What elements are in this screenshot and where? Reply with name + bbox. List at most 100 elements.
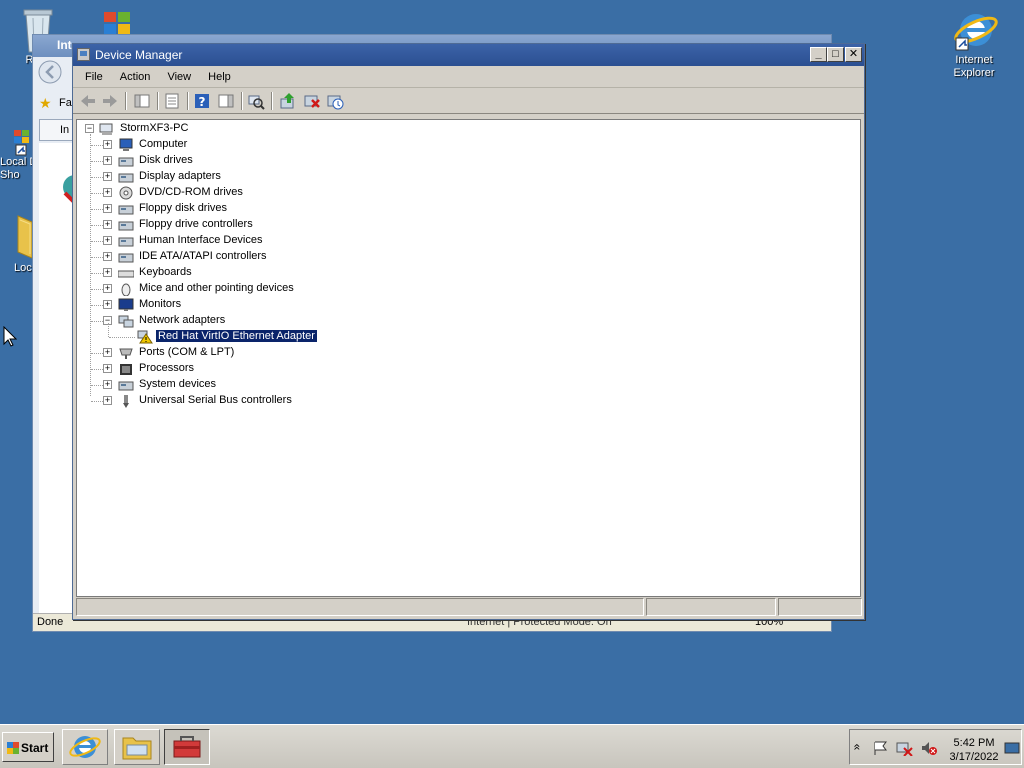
tree-category[interactable]: + System devices (77, 377, 477, 393)
expand-icon[interactable]: + (103, 172, 112, 181)
uninstall-device-icon[interactable] (303, 92, 321, 110)
show-hide-action-pane-icon[interactable] (217, 92, 235, 110)
menu-help[interactable]: Help (202, 69, 237, 85)
favorites-label[interactable]: Fa (59, 97, 72, 109)
computer-icon (99, 122, 115, 136)
taskbar-internet-explorer[interactable] (62, 729, 108, 765)
tree-category[interactable]: + Human Interface Devices (77, 233, 477, 249)
tree-category[interactable]: + Floppy disk drives (77, 201, 477, 217)
menu-bar: File Action View Help (73, 66, 864, 88)
expand-icon[interactable]: + (103, 284, 112, 293)
network-disconnected-icon[interactable] (896, 740, 914, 756)
taskbar-windows-explorer[interactable] (114, 729, 160, 765)
system-tray: « 5:42 PM 3/17/2022 (849, 729, 1022, 765)
collapse-icon[interactable]: − (85, 124, 94, 133)
tree-category[interactable]: + Keyboards (77, 265, 477, 281)
expand-icon[interactable]: + (103, 188, 112, 197)
tree-category-label: Display adapters (139, 170, 221, 182)
expand-icon[interactable]: + (103, 220, 112, 229)
minimize-button[interactable]: _ (810, 47, 827, 62)
clock[interactable]: 5:42 PM 3/17/2022 (944, 736, 1004, 764)
ie-tab[interactable]: In (39, 119, 75, 141)
tree-category[interactable]: + Processors (77, 361, 477, 377)
expand-icon[interactable]: + (103, 204, 112, 213)
hid-icon (118, 234, 134, 248)
menu-file[interactable]: File (79, 69, 109, 85)
folder-icon (17, 215, 33, 259)
start-button[interactable]: Start (2, 732, 54, 762)
network-adapter-icon (118, 314, 134, 328)
show-hidden-icons-button[interactable]: « (850, 744, 864, 751)
tree-category[interactable]: + Monitors (77, 297, 477, 313)
selected-device-label[interactable]: Red Hat VirtIO Ethernet Adapter (155, 329, 318, 343)
disable-device-icon[interactable] (326, 92, 344, 110)
expand-icon[interactable]: + (103, 300, 112, 309)
expand-icon[interactable]: + (103, 396, 112, 405)
toolbar: ? (73, 88, 864, 114)
floppy-drive-icon (118, 202, 134, 216)
expand-icon[interactable]: + (103, 380, 112, 389)
expand-icon[interactable]: + (103, 348, 112, 357)
taskbar-device-manager[interactable] (164, 729, 210, 765)
tree-category[interactable]: + Ports (COM & LPT) (77, 345, 477, 361)
tree-category[interactable]: + DVD/CD-ROM drives (77, 185, 477, 201)
local-folder-desktop-icon[interactable]: Loc (0, 212, 34, 275)
device-manager-titlebar[interactable]: Device Manager _ □ ✕ (73, 44, 864, 66)
dvd-drive-icon (118, 186, 134, 200)
device-manager-title: Device Manager (95, 48, 183, 62)
action-center-flag-icon[interactable] (872, 740, 890, 756)
favorites-star-icon[interactable]: ★ (39, 95, 52, 112)
show-hide-console-tree-icon[interactable] (133, 92, 151, 110)
device-tree-pane[interactable]: − StormXF3-PC + Computer + Disk drives + Displa… (76, 119, 861, 597)
device-manager-window[interactable]: Device Manager _ □ ✕ File Action View He… (72, 43, 865, 620)
properties-icon[interactable] (163, 92, 181, 110)
back-arrow-icon[interactable] (79, 92, 97, 110)
tree-category-label: Mice and other pointing devices (139, 282, 294, 294)
tree-category[interactable]: + Disk drives (77, 153, 477, 169)
status-panel-right (778, 598, 862, 616)
scan-hardware-changes-icon[interactable] (247, 92, 265, 110)
expand-icon[interactable]: + (103, 252, 112, 261)
tree-category-label: Processors (139, 362, 195, 374)
internet-explorer-label: Internet Explorer (953, 54, 995, 79)
update-driver-icon[interactable] (279, 92, 297, 110)
tree-root[interactable]: − StormXF3-PC (77, 121, 377, 137)
expand-icon[interactable]: + (103, 236, 112, 245)
windows-flag-icon (7, 742, 19, 754)
tree-category-label: Network adapters (139, 314, 226, 326)
back-button-icon[interactable] (37, 59, 63, 85)
menu-view[interactable]: View (161, 69, 197, 85)
usb-icon (118, 394, 134, 408)
ide-controller-icon (118, 250, 134, 264)
processor-icon (118, 362, 134, 376)
expand-icon[interactable]: + (103, 364, 112, 373)
tree-category[interactable]: + Mice and other pointing devices (77, 281, 477, 297)
tree-device-item[interactable]: Red Hat VirtIO Ethernet Adapter (77, 323, 477, 345)
show-desktop-icon[interactable] (1004, 742, 1020, 756)
tree-category-label: Disk drives (139, 154, 193, 166)
expand-icon[interactable]: + (103, 268, 112, 277)
tree-category[interactable]: − Network adapters (77, 313, 477, 329)
tree-category[interactable]: + Universal Serial Bus controllers (77, 393, 477, 409)
close-button[interactable]: ✕ (845, 47, 862, 62)
tree-category-label: Keyboards (139, 266, 192, 278)
forward-arrow-icon[interactable] (101, 92, 119, 110)
tree-category-label: Floppy disk drives (139, 202, 228, 214)
clock-date: 3/17/2022 (949, 751, 999, 763)
tree-category[interactable]: + Floppy drive controllers (77, 217, 477, 233)
expand-icon[interactable]: + (103, 156, 112, 165)
internet-explorer-icon (69, 736, 101, 758)
toolbar-separator (157, 92, 159, 110)
tree-category[interactable]: + Display adapters (77, 169, 477, 185)
menu-action[interactable]: Action (114, 69, 157, 85)
internet-explorer-desktop-icon[interactable]: Internet Explorer (946, 6, 1002, 80)
folder-icon (122, 737, 152, 760)
help-icon[interactable]: ? (193, 92, 211, 110)
local-disk-shortcut-desktop-icon[interactable]: Local D Sho (0, 128, 37, 182)
windows-logo-icon (104, 12, 130, 34)
tree-category[interactable]: + IDE ATA/ATAPI controllers (77, 249, 477, 265)
volume-muted-icon[interactable] (920, 740, 938, 756)
tree-category[interactable]: + Computer (77, 137, 477, 153)
maximize-button[interactable]: □ (827, 47, 844, 62)
expand-icon[interactable]: + (103, 140, 112, 149)
